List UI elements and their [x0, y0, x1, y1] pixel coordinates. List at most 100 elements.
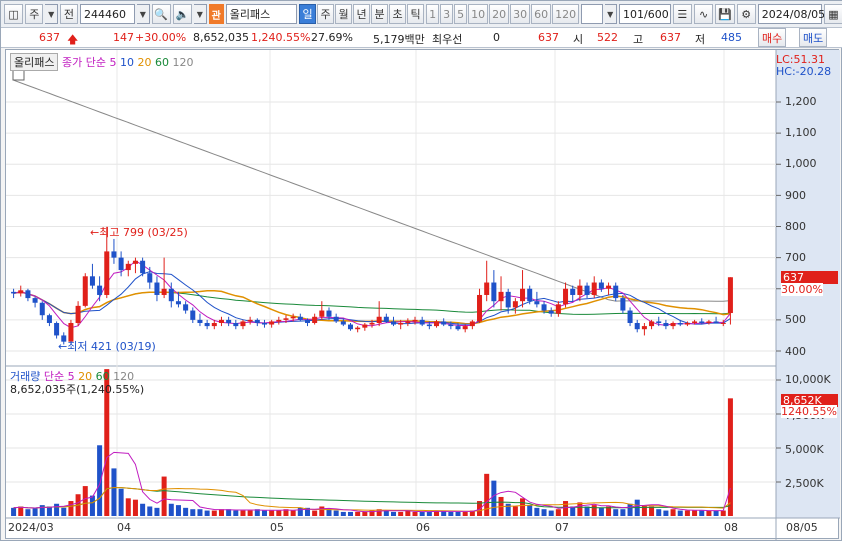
candle-body: [226, 319, 232, 323]
volume-bar: [383, 510, 389, 516]
volume-bar: [140, 503, 146, 516]
volume-bar: [197, 509, 203, 516]
chart-area[interactable]: 올리패스 종가 단순 5 10 20 60 120 LC:51.31 HC:-2…: [5, 49, 840, 540]
interval-tab[interactable]: 20: [489, 4, 510, 24]
chevron-down-icon[interactable]: ▼: [45, 4, 58, 24]
volume-bar: [390, 511, 397, 516]
low-annotation-text: 최저 421 (03/19): [67, 340, 156, 353]
toolbar: ◫ 주 ▼ 전 244460 ▼ 🔍 🔈 ▼ 관 올리패스 일주월년분초틱 13…: [1, 1, 842, 28]
volume-bar: [656, 509, 662, 516]
search-icon[interactable]: 🔍: [151, 4, 171, 24]
volume-bar: [649, 506, 655, 516]
candle-body: [32, 298, 38, 303]
volume-tick: 5,000K: [785, 443, 824, 456]
volume-bar: [312, 510, 318, 516]
volume-bar: [505, 503, 511, 516]
interval-tabs: 1 3 5 10 20 30 60 120: [426, 4, 580, 24]
buy-button[interactable]: 매수: [758, 28, 787, 47]
candle-body: [118, 257, 124, 271]
interval-tab[interactable]: 3: [440, 4, 454, 24]
candle-body: [491, 282, 497, 302]
calendar-icon[interactable]: ▦: [823, 4, 842, 24]
volume-bar: [527, 505, 533, 516]
candle-body: [627, 310, 633, 323]
interval-tab[interactable]: 10: [468, 4, 489, 24]
open-label: 시: [573, 33, 584, 46]
stock-name-field[interactable]: 올리패스: [225, 4, 298, 24]
volume-bar: [211, 510, 217, 516]
low-value: 485: [721, 31, 742, 44]
price-tick: 900: [785, 188, 806, 202]
candle-body: [104, 251, 110, 295]
sell-button[interactable]: 매도: [799, 28, 828, 47]
data-count-field[interactable]: 101 /600: [619, 4, 671, 24]
interval-custom-input[interactable]: [581, 4, 603, 24]
chart-canvas[interactable]: [6, 50, 840, 540]
volume-bar: [720, 510, 726, 516]
x-axis-label: 05: [270, 521, 284, 534]
volume-bar: [613, 509, 619, 516]
candle-body: [276, 319, 282, 322]
period-tab[interactable]: 틱: [407, 4, 425, 24]
volume-bar: [684, 510, 690, 516]
period-tabs: 일주월년분초틱: [299, 4, 425, 24]
period-tab[interactable]: 일: [299, 4, 317, 24]
volume-bar: [727, 398, 733, 516]
volume-bar: [541, 509, 547, 516]
interval-tab[interactable]: 60: [531, 4, 552, 24]
candle-body: [11, 291, 17, 294]
volume-bar: [290, 510, 296, 516]
candle-body: [541, 304, 547, 311]
period-tab[interactable]: 주: [317, 4, 335, 24]
interval-tab[interactable]: 30: [510, 4, 531, 24]
price-panel-title[interactable]: 올리패스: [10, 53, 59, 71]
gear-icon[interactable]: ⚙: [736, 4, 756, 24]
candle-body: [261, 322, 267, 325]
period-tab[interactable]: 분: [371, 4, 389, 24]
price-change: 147: [113, 31, 134, 44]
volume-pct: 1,240.55%: [251, 31, 311, 44]
candle-body: [333, 316, 339, 322]
candle-body: [383, 316, 389, 322]
candle-body: [233, 322, 239, 327]
interval-tab[interactable]: 1: [426, 4, 440, 24]
ma120-label: 120: [172, 56, 194, 69]
speaker-icon[interactable]: 🔈: [172, 4, 193, 24]
indicator-icon[interactable]: ∿: [693, 4, 714, 24]
candle-body: [247, 319, 253, 322]
price-tick: 500: [785, 313, 806, 327]
period-tab[interactable]: 초: [389, 4, 407, 24]
candle-body: [477, 294, 483, 322]
ma20-label: 20: [137, 56, 152, 69]
low-label: 저: [695, 33, 706, 46]
candle-body: [140, 260, 146, 274]
interval-tab[interactable]: 5: [454, 4, 468, 24]
period-tab[interactable]: 년: [353, 4, 371, 24]
save-icon[interactable]: 💾: [715, 4, 735, 24]
candle-body: [649, 321, 655, 327]
candle-body: [455, 326, 461, 330]
tab-primary[interactable]: 주: [25, 4, 44, 24]
interval-tab[interactable]: 120: [552, 4, 580, 24]
candle-type-icon[interactable]: ☰: [672, 4, 692, 24]
price-tick: 800: [785, 219, 806, 233]
stock-code-input[interactable]: 244460: [80, 4, 136, 24]
volume-bar: [670, 509, 676, 516]
interval-dropdown-icon[interactable]: ▼: [604, 4, 618, 24]
volume-bar: [297, 507, 303, 516]
date-field[interactable]: 2024/08/05: [757, 4, 825, 24]
tab-secondary[interactable]: 전: [59, 4, 79, 24]
last-change-tag: 30.00%: [781, 283, 823, 296]
candle-body: [175, 301, 181, 305]
candle-body: [613, 285, 619, 299]
code-dropdown-icon[interactable]: ▼: [137, 4, 150, 24]
candle-body: [505, 291, 511, 308]
layout-icon[interactable]: ◫: [4, 4, 24, 24]
category-badge: 관: [208, 4, 224, 24]
speaker-dropdown-icon[interactable]: ▼: [194, 4, 207, 24]
volume-bar: [269, 510, 275, 516]
volume-tick: 2,500K: [785, 477, 824, 490]
candle-body: [97, 285, 103, 295]
period-tab[interactable]: 월: [335, 4, 353, 24]
volume-bar: [333, 510, 339, 516]
